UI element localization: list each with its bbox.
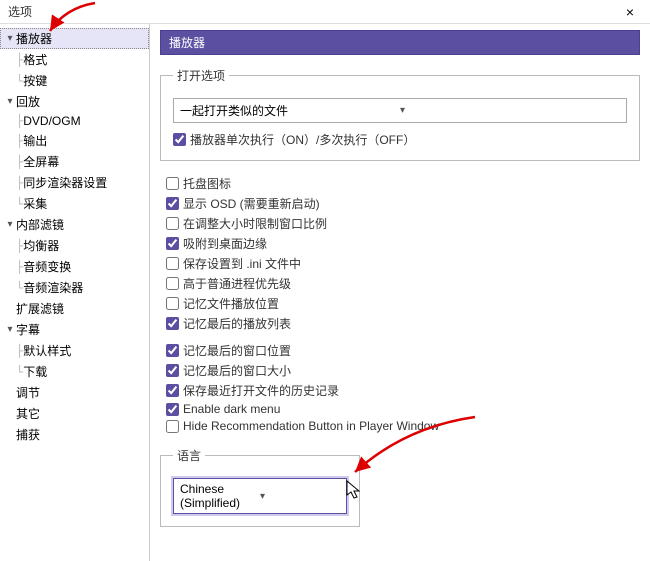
- content-panel: 播放器 打开选项 一起打开类似的文件 ▾ 播放器单次执行（ON）/多次执行（OF…: [150, 24, 650, 561]
- tree-label: 音频变换: [23, 258, 71, 275]
- nav-tree: ▾播放器 ├ 格式 └ 按键 ▾回放 ├ DVD/OGM ├ 输出 ├ 全屏幕 …: [0, 28, 149, 445]
- tree-label: DVD/OGM: [23, 114, 80, 128]
- single-instance-checkbox[interactable]: [173, 133, 186, 146]
- combo-value: 一起打开类似的文件: [180, 102, 400, 119]
- checkbox-label[interactable]: 显示 OSD (需要重新启动): [183, 195, 320, 212]
- titlebar: 选项 ×: [0, 0, 650, 24]
- tree-label: 按键: [23, 72, 47, 89]
- tree-item-fullscreen[interactable]: ├ 全屏幕: [14, 151, 149, 172]
- tree-item-subtitles[interactable]: ▾字幕: [0, 319, 149, 340]
- tree-label: 音频渲染器: [23, 279, 83, 296]
- checkbox-label[interactable]: 记忆最后的窗口大小: [183, 362, 291, 379]
- tree-label: 采集: [23, 195, 47, 212]
- chevron-down-icon: ▾: [4, 219, 16, 230]
- tree-label: 回放: [16, 93, 40, 110]
- checkbox-label[interactable]: 托盘图标: [183, 175, 231, 192]
- checkbox-label[interactable]: 播放器单次执行（ON）/多次执行（OFF）: [190, 131, 415, 148]
- chevron-down-icon: ▾: [260, 491, 340, 502]
- tree-item-capture[interactable]: └ 采集: [14, 193, 149, 214]
- tree-item-keys[interactable]: └ 按键: [14, 70, 149, 91]
- chevron-down-icon: ▾: [4, 324, 16, 335]
- tree-label: 字幕: [16, 321, 40, 338]
- tree-item-defstyle[interactable]: ├ 默认样式: [14, 340, 149, 361]
- language-legend: 语言: [173, 447, 205, 464]
- tree-item-playback[interactable]: ▾回放: [0, 91, 149, 112]
- tree-item-player[interactable]: ▾播放器: [0, 28, 149, 49]
- show-osd-checkbox[interactable]: [166, 197, 179, 210]
- remember-playlist-checkbox[interactable]: [166, 317, 179, 330]
- tree-item-eq[interactable]: ├ 均衡器: [14, 235, 149, 256]
- tree-item-syncrender[interactable]: ├ 同步渲染器设置: [14, 172, 149, 193]
- chevron-down-icon: ▾: [400, 105, 620, 116]
- tree-item-download[interactable]: └ 下载: [14, 361, 149, 382]
- tree-label: 下载: [23, 363, 47, 380]
- checkbox-label[interactable]: Hide Recommendation Button in Player Win…: [183, 419, 439, 433]
- limit-ratio-checkbox[interactable]: [166, 217, 179, 230]
- body: ▾播放器 ├ 格式 └ 按键 ▾回放 ├ DVD/OGM ├ 输出 ├ 全屏幕 …: [0, 24, 650, 561]
- checkbox-label[interactable]: 保存最近打开文件的历史记录: [183, 382, 339, 399]
- language-group: 语言 Chinese (Simplified) ▾: [160, 447, 360, 527]
- chevron-down-icon: ▾: [4, 96, 16, 107]
- window-title: 选项: [8, 3, 618, 20]
- checkbox-label[interactable]: 高于普通进程优先级: [183, 275, 291, 292]
- tree-item-format[interactable]: ├ 格式: [14, 49, 149, 70]
- tree-item-output[interactable]: ├ 输出: [14, 130, 149, 151]
- tree-label: 播放器: [16, 30, 52, 47]
- tree-item-ext-filters[interactable]: 扩展滤镜: [0, 298, 149, 319]
- high-priority-checkbox[interactable]: [166, 277, 179, 290]
- hide-recommend-checkbox[interactable]: [166, 420, 179, 433]
- checkbox-label[interactable]: 记忆最后的播放列表: [183, 315, 291, 332]
- chevron-down-icon: ▾: [4, 33, 16, 44]
- tree-item-audiorender[interactable]: └ 音频渲染器: [14, 277, 149, 298]
- language-combo[interactable]: Chinese (Simplified) ▾: [173, 478, 347, 514]
- remember-filepos-checkbox[interactable]: [166, 297, 179, 310]
- tree-item-audiotrans[interactable]: ├ 音频变换: [14, 256, 149, 277]
- tree-item-other[interactable]: 其它: [0, 403, 149, 424]
- sidebar: ▾播放器 ├ 格式 └ 按键 ▾回放 ├ DVD/OGM ├ 输出 ├ 全屏幕 …: [0, 24, 150, 561]
- checkbox-label[interactable]: Enable dark menu: [183, 402, 280, 416]
- tree-label: 同步渲染器设置: [23, 174, 107, 191]
- combo-value: Chinese (Simplified): [180, 482, 260, 510]
- tree-item-dvdogm[interactable]: ├ DVD/OGM: [14, 112, 149, 130]
- tree-label: 均衡器: [23, 237, 59, 254]
- tree-label: 调节: [16, 384, 40, 401]
- tree-label: 格式: [23, 51, 47, 68]
- tree-label: 输出: [23, 132, 47, 149]
- open-options-legend: 打开选项: [173, 67, 229, 84]
- open-options-group: 打开选项 一起打开类似的文件 ▾ 播放器单次执行（ON）/多次执行（OFF）: [160, 67, 640, 161]
- checkbox-label[interactable]: 记忆最后的窗口位置: [183, 342, 291, 359]
- checkbox-label[interactable]: 在调整大小时限制窗口比例: [183, 215, 327, 232]
- tree-label: 全屏幕: [23, 153, 59, 170]
- save-history-checkbox[interactable]: [166, 384, 179, 397]
- tree-item-internal-filters[interactable]: ▾内部滤镜: [0, 214, 149, 235]
- checkbox-label[interactable]: 记忆文件播放位置: [183, 295, 279, 312]
- tree-label: 捕获: [16, 426, 40, 443]
- tree-label: 内部滤镜: [16, 216, 64, 233]
- checkbox-label[interactable]: 保存设置到 .ini 文件中: [183, 255, 301, 272]
- panel-title: 播放器: [160, 30, 640, 55]
- dark-menu-checkbox[interactable]: [166, 403, 179, 416]
- tree-item-tweak[interactable]: 调节: [0, 382, 149, 403]
- tree-item-grab[interactable]: 捕获: [0, 424, 149, 445]
- tree-label: 默认样式: [23, 342, 71, 359]
- save-ini-checkbox[interactable]: [166, 257, 179, 270]
- tree-label: 扩展滤镜: [16, 300, 64, 317]
- tree-label: 其它: [16, 405, 40, 422]
- checkbox-label[interactable]: 吸附到桌面边缘: [183, 235, 267, 252]
- open-options-combo[interactable]: 一起打开类似的文件 ▾: [173, 98, 627, 123]
- tray-icon-checkbox[interactable]: [166, 177, 179, 190]
- options-list: 托盘图标 显示 OSD (需要重新启动) 在调整大小时限制窗口比例 吸附到桌面边…: [166, 175, 640, 433]
- snap-edge-checkbox[interactable]: [166, 237, 179, 250]
- close-icon[interactable]: ×: [618, 4, 642, 20]
- remember-winsize-checkbox[interactable]: [166, 364, 179, 377]
- remember-winpos-checkbox[interactable]: [166, 344, 179, 357]
